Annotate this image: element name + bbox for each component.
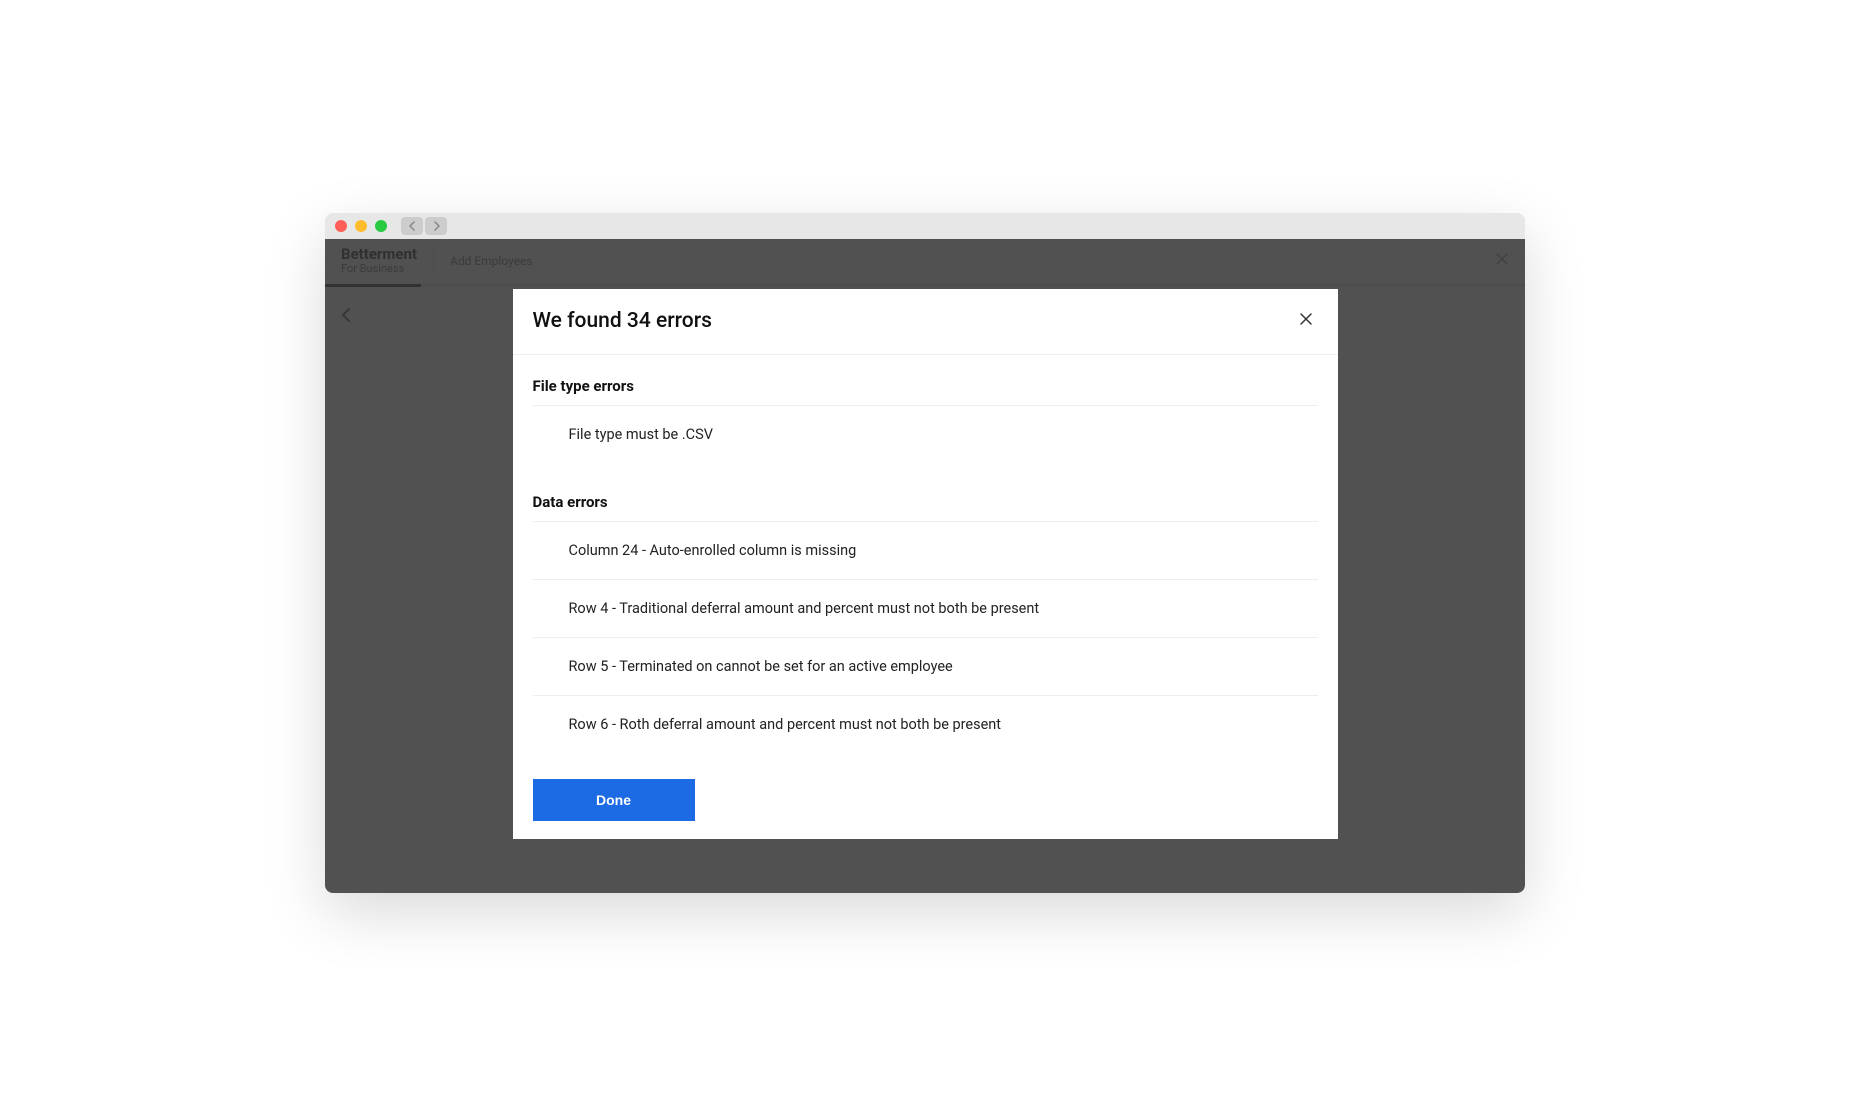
- file-type-errors-heading: File type errors: [533, 377, 1318, 395]
- data-error-list: Column 24 - Auto-enrolled column is miss…: [533, 521, 1318, 753]
- window-close-button[interactable]: [335, 220, 347, 232]
- titlebar: [325, 213, 1525, 239]
- errors-modal: We found 34 errors File type errors File…: [513, 289, 1338, 839]
- file-type-error-list: File type must be .CSV: [533, 405, 1318, 463]
- modal-body[interactable]: File type errors File type must be .CSV …: [513, 355, 1338, 761]
- window-minimize-button[interactable]: [355, 220, 367, 232]
- modal-overlay: We found 34 errors File type errors File…: [325, 239, 1525, 893]
- nav-forward-button[interactable]: [425, 217, 447, 235]
- modal-title: We found 34 errors: [533, 309, 712, 333]
- nav-back-button[interactable]: [401, 217, 423, 235]
- app-content: Betterment For Business Add Employees We…: [325, 239, 1525, 893]
- done-button[interactable]: Done: [533, 779, 695, 821]
- error-item: Row 5 - Terminated on cannot be set for …: [533, 637, 1318, 695]
- data-errors-heading: Data errors: [533, 493, 1318, 511]
- error-item: Row 6 - Roth deferral amount and percent…: [533, 695, 1318, 753]
- modal-footer: Done: [513, 761, 1338, 839]
- modal-close-button[interactable]: [1294, 307, 1318, 336]
- error-item: Column 24 - Auto-enrolled column is miss…: [533, 521, 1318, 579]
- modal-header: We found 34 errors: [513, 289, 1338, 355]
- window-maximize-button[interactable]: [375, 220, 387, 232]
- nav-buttons: [401, 217, 447, 235]
- error-item: Row 4 - Traditional deferral amount and …: [533, 579, 1318, 637]
- traffic-lights: [335, 220, 387, 232]
- browser-window: Betterment For Business Add Employees We…: [325, 213, 1525, 893]
- error-item: File type must be .CSV: [533, 405, 1318, 463]
